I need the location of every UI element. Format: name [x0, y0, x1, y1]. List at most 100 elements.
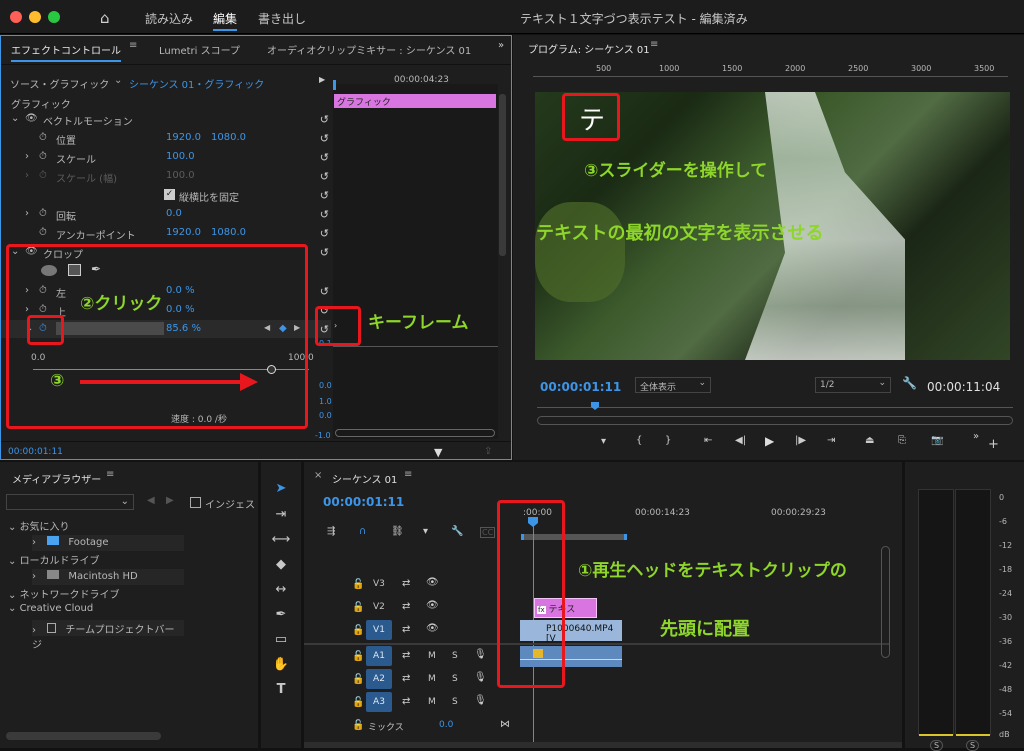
add-marker-icon[interactable]: ▾ [423, 526, 428, 537]
reset-icon[interactable]: ↺ [320, 227, 329, 240]
eye-icon[interactable]: 👁 [426, 600, 439, 611]
play-only-icon[interactable]: ▶ [319, 75, 325, 84]
track-a2-label[interactable]: A2 [366, 669, 392, 689]
solo-left-button[interactable]: S [930, 740, 944, 751]
forward-arrow-icon[interactable]: ▶ [166, 495, 174, 506]
mix-bowtie-icon[interactable]: ⋈ [500, 719, 510, 730]
back-arrow-icon[interactable]: ◀ [147, 495, 155, 506]
lock-icon[interactable]: 🔓 [352, 697, 364, 708]
go-to-out-icon[interactable]: ⇥ [827, 435, 835, 446]
lock-icon[interactable]: 🔓 [352, 625, 364, 636]
mute-m-icon[interactable]: M [428, 697, 436, 707]
timeline-vscroll[interactable] [881, 546, 890, 658]
graph-zoom-bar[interactable] [335, 429, 495, 437]
mark-out-icon[interactable]: } [665, 435, 671, 446]
minimize-window-button[interactable] [29, 11, 41, 23]
panel-menu-icon[interactable]: ≡ [404, 469, 412, 480]
track-select-tool-icon[interactable]: ⇥ [268, 505, 294, 525]
go-to-in-icon[interactable]: ⇤ [704, 435, 712, 446]
program-zoom-bar[interactable] [537, 416, 1013, 425]
lock-icon[interactable]: 🔓 [352, 720, 364, 731]
ingest-checkbox[interactable] [190, 497, 201, 508]
mic-icon[interactable]: 🎙 [474, 695, 487, 706]
home-icon[interactable]: ⌂ [100, 9, 110, 27]
stopwatch-icon[interactable]: ⏱ [39, 151, 47, 162]
solo-s-icon[interactable]: S [452, 674, 458, 684]
solo-s-icon[interactable]: S [452, 697, 458, 707]
track-a1-label[interactable]: A1 [366, 646, 392, 666]
chevron-down-icon[interactable]: ⌄ [11, 113, 19, 124]
stopwatch-icon[interactable]: ⏱ [39, 208, 47, 219]
tree-cc[interactable]: ⌄ Creative Cloud [8, 603, 93, 614]
eye-icon[interactable]: 👁 [426, 577, 439, 588]
sequence-tab[interactable]: シーケンス 01 [332, 471, 397, 486]
tab-export[interactable]: 書き出し [258, 10, 306, 27]
playhead-marker[interactable] [333, 80, 336, 90]
close-tab-icon[interactable]: × [314, 470, 322, 481]
chevron-right-icon[interactable]: › [25, 208, 29, 219]
lock-icon[interactable]: 🔓 [352, 579, 364, 590]
ec-scrollbar[interactable] [499, 94, 506, 256]
timeline-hscroll[interactable] [304, 742, 902, 748]
extract-icon[interactable]: ⎘ [898, 435, 906, 446]
hand-tool-icon[interactable]: ✋ [268, 655, 294, 675]
solo-s-icon[interactable]: S [452, 651, 458, 661]
tab-audio-clip-mixer[interactable]: オーディオクリップミキサー : シーケンス 01 [267, 42, 471, 57]
camera-icon[interactable]: 📷 [931, 435, 943, 446]
reset-icon[interactable]: ↺ [320, 208, 329, 221]
play-icon[interactable]: ▶ [765, 434, 774, 448]
stopwatch-icon[interactable]: ⏱ [39, 227, 47, 238]
mark-in-icon[interactable]: { [636, 435, 642, 446]
anchor-x-value[interactable]: 1920.0 [166, 227, 201, 238]
selection-tool-icon[interactable]: ➤ [268, 479, 294, 499]
scale-value[interactable]: 100.0 [166, 151, 195, 162]
tab-lumetri-scopes[interactable]: Lumetri スコープ [159, 42, 240, 57]
razor-tool-icon[interactable]: ◆ [268, 555, 294, 575]
tab-effect-controls[interactable]: エフェクトコントロール [11, 42, 121, 62]
reset-icon[interactable]: ↺ [320, 170, 329, 183]
graphic-clip-bar[interactable]: グラフィック [334, 94, 496, 108]
lock-icon[interactable]: 🔓 [352, 651, 364, 662]
eye-icon[interactable]: 👁 [426, 623, 439, 634]
track-v3-label[interactable]: V3 [373, 579, 385, 589]
checkbox-checked-icon[interactable]: ✓ [164, 189, 175, 200]
timeline-settings-icon[interactable]: 🔧 [451, 526, 463, 537]
lift-icon[interactable]: ⏏ [865, 435, 874, 446]
position-x-value[interactable]: 1920.0 [166, 132, 201, 143]
more-panels-icon[interactable]: » [498, 40, 504, 51]
program-playhead[interactable] [591, 402, 599, 410]
location-dropdown[interactable]: ⌄ [6, 494, 134, 510]
panel-menu-icon[interactable]: ≡ [650, 39, 658, 50]
stopwatch-icon[interactable]: ⏱ [39, 132, 47, 143]
tree-local[interactable]: ⌄ ローカルドライブ [8, 552, 100, 567]
resolution-dropdown[interactable]: 1/2 ⌄ [815, 377, 891, 393]
track-v2-label[interactable]: V2 [373, 602, 385, 612]
tree-favorites[interactable]: ⌄ お気に入り [8, 518, 70, 533]
tree-team[interactable]: › チームプロジェクトバージ [32, 620, 184, 651]
step-forward-icon[interactable]: |▶ [795, 435, 806, 446]
solo-right-button[interactable]: S [966, 740, 980, 751]
snap-icon[interactable]: ∩ [359, 526, 366, 537]
sync-lock-icon[interactable]: ⇄ [402, 650, 410, 661]
mic-icon[interactable]: 🎙 [474, 672, 487, 683]
more-controls-icon[interactable]: » [973, 431, 979, 442]
tab-import[interactable]: 読み込み [145, 10, 193, 27]
captions-icon[interactable]: CC [480, 527, 496, 538]
linked-select-icon[interactable]: ⛓ [391, 526, 404, 537]
reset-icon[interactable]: ↺ [320, 246, 329, 259]
mute-m-icon[interactable]: M [428, 674, 436, 684]
program-timecode[interactable]: 00:00:01:11 [540, 380, 621, 394]
pen-tool-icon[interactable]: ✒ [268, 605, 294, 625]
anchor-y-value[interactable]: 1080.0 [211, 227, 246, 238]
track-a3-label[interactable]: A3 [366, 692, 392, 712]
sync-lock-icon[interactable]: ⇄ [402, 624, 410, 635]
lock-icon[interactable]: 🔓 [352, 674, 364, 685]
tab-edit[interactable]: 編集 [213, 10, 238, 31]
reset-icon[interactable]: ↺ [320, 113, 329, 126]
zoom-window-button[interactable] [48, 11, 60, 23]
close-window-button[interactable] [10, 11, 22, 23]
tree-footage[interactable]: › Footage [32, 535, 184, 551]
media-scrollbar[interactable] [6, 732, 161, 740]
marker-icon[interactable]: ▾ [601, 436, 606, 447]
reset-icon[interactable]: ↺ [320, 285, 329, 298]
